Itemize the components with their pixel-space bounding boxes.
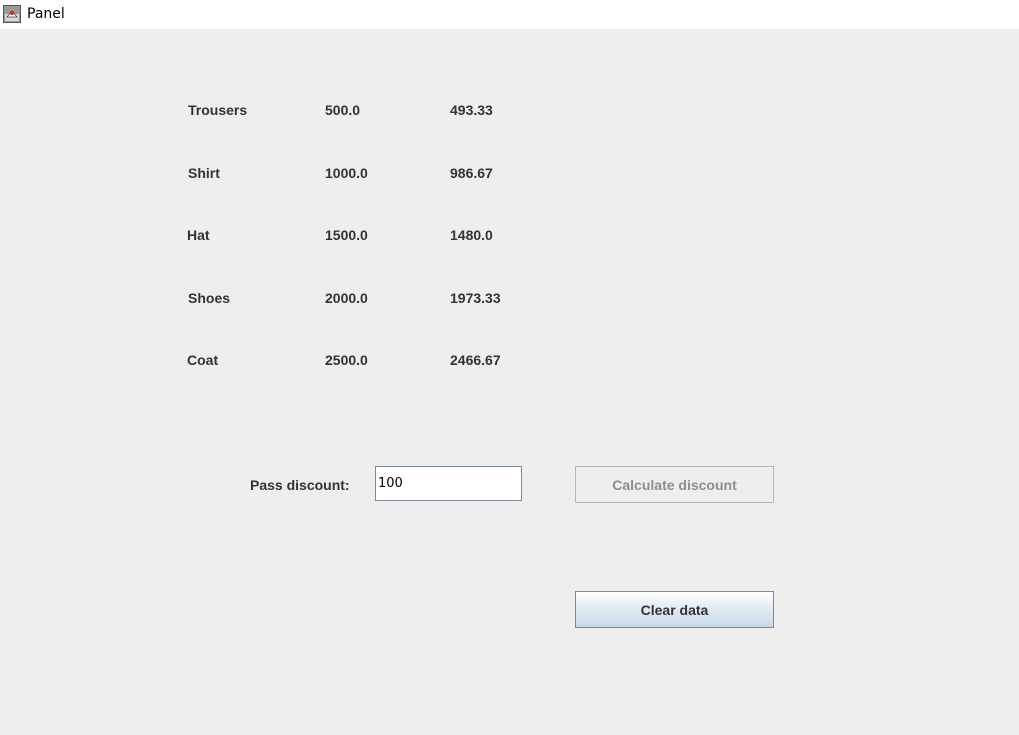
product-discounted-price: 986.67 — [450, 165, 493, 181]
product-discounted-price: 493.33 — [450, 102, 493, 118]
discount-input[interactable] — [375, 466, 522, 501]
java-app-icon — [3, 5, 21, 23]
product-name: Trousers — [188, 102, 248, 118]
product-name: Hat — [187, 227, 210, 243]
app-window: Panel Trousers 500.0 493.33 Shirt 1000.0… — [0, 0, 1019, 735]
main-panel: Trousers 500.0 493.33 Shirt 1000.0 986.6… — [0, 29, 1019, 735]
product-discounted-price: 2466.67 — [450, 352, 501, 368]
product-discounted-price: 1480.0 — [450, 227, 493, 243]
product-price: 500.0 — [325, 102, 361, 118]
title-bar[interactable]: Panel — [0, 0, 1019, 29]
clear-data-button[interactable]: Clear data — [575, 591, 774, 628]
product-price: 1000.0 — [325, 165, 368, 181]
discount-label: Pass discount: — [250, 477, 350, 493]
product-price: 2500.0 — [325, 352, 368, 368]
product-price: 2000.0 — [325, 290, 368, 306]
product-name: Shoes — [188, 290, 231, 306]
window-title: Panel — [27, 6, 65, 22]
product-discounted-price: 1973.33 — [450, 290, 501, 306]
product-price: 1500.0 — [325, 227, 368, 243]
product-name: Coat — [187, 352, 219, 368]
calculate-discount-button[interactable]: Calculate discount — [575, 466, 774, 503]
product-name: Shirt — [188, 165, 220, 181]
